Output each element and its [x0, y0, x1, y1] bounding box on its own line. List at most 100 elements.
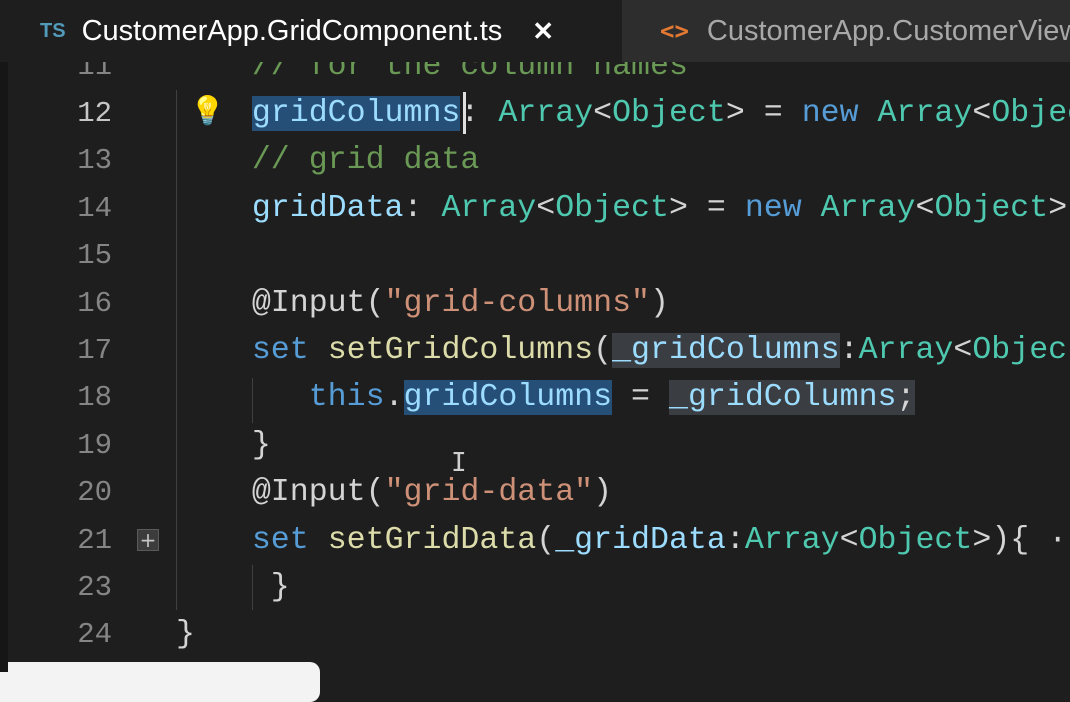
- code-token: :: [403, 190, 442, 226]
- code-token: set: [251, 333, 328, 368]
- code-token: }: [251, 427, 271, 463]
- code-text: }: [176, 422, 271, 469]
- code-token: setGridData: [327, 522, 537, 558]
- tab-grid-component[interactable]: TS CustomerApp.GridComponent.ts ✕: [0, 0, 622, 62]
- line-number: 23: [77, 571, 112, 604]
- code-text: gridColumns: Array<Object> = new Array<O…: [176, 90, 1070, 137]
- code-token: new: [801, 96, 878, 131]
- line-number: 18: [77, 381, 112, 415]
- activity-edge: [0, 62, 8, 672]
- code-token: Array: [820, 190, 916, 226]
- close-icon[interactable]: ✕: [532, 16, 554, 47]
- code-token: _gridColumns: [668, 380, 897, 416]
- code-line[interactable]: 12 gridColumns: Array<Object> = new Arra…: [0, 90, 1070, 137]
- line-number: 14: [77, 191, 112, 225]
- line-number: 12: [77, 97, 112, 130]
- line-number: 17: [77, 334, 112, 367]
- code-token: _gridColumns: [612, 333, 840, 368]
- code-token: setGridColumns: [327, 333, 594, 368]
- code-token: Array: [498, 96, 594, 131]
- code-line[interactable]: 19 }: [0, 422, 1070, 469]
- code-editor[interactable]: 11 // for the column names 12 gridColumns…: [0, 0, 1070, 672]
- code-token: Array: [877, 96, 973, 131]
- line-number: 15: [77, 239, 112, 273]
- code-token: (: [536, 522, 556, 558]
- code-token: Object: [858, 522, 973, 558]
- code-text: @Input("grid-data"): [176, 469, 612, 516]
- line-number: 16: [77, 286, 112, 320]
- code-token: set: [251, 522, 328, 558]
- notification-popup[interactable]: [0, 662, 320, 702]
- code-token: ): [650, 285, 669, 321]
- code-token: <: [839, 522, 859, 558]
- code-token: > =: [668, 190, 745, 226]
- code-text: @Input("grid-columns"): [176, 280, 669, 327]
- code-token: Array: [441, 190, 537, 226]
- code-token: :: [460, 96, 499, 131]
- code-token: <: [953, 333, 973, 368]
- code-token: Object: [991, 96, 1070, 131]
- code-line[interactable]: 20 @Input("grid-data"): [0, 469, 1070, 516]
- code-token: // grid data: [251, 143, 480, 179]
- code-token: @Input(: [251, 285, 385, 321]
- code-line[interactable]: 21 set setGridData(_gridData:Array<Objec…: [0, 517, 1070, 564]
- line-number: 20: [77, 476, 112, 510]
- code-text: this.gridColumns = _gridColumns;: [176, 374, 916, 421]
- code-token: ···: [1048, 522, 1070, 558]
- code-line[interactable]: 14 gridData: Array<Object> = new Array<O…: [0, 185, 1070, 232]
- code-line[interactable]: 23 }: [0, 564, 1070, 611]
- code-token: Array: [858, 333, 954, 368]
- code-line[interactable]: 16 @Input("grid-columns"): [0, 280, 1070, 327]
- code-token: =: [612, 380, 669, 416]
- code-line[interactable]: 24}: [0, 611, 1070, 658]
- code-token: ): [593, 475, 613, 511]
- code-token: <: [972, 96, 992, 131]
- line-number: 19: [77, 428, 112, 462]
- line-number: 13: [77, 144, 112, 178]
- code-token: .: [384, 380, 404, 416]
- code-token: gridColumns: [403, 380, 613, 416]
- code-token: gridColumns: [251, 96, 461, 131]
- code-token: _gridData: [555, 522, 726, 558]
- code-token: }: [270, 570, 290, 605]
- mouse-ibeam-icon: I: [451, 448, 467, 478]
- code-token: Object: [934, 190, 1049, 226]
- tab-label: CustomerApp.CustomerViewModel.html: [706, 14, 1070, 47]
- tab-customer-view-model[interactable]: <> CustomerApp.CustomerViewModel.html: [622, 0, 1070, 62]
- code-text: gridData: Array<Object> = new Array<Obje…: [176, 185, 1070, 232]
- html-file-icon: <>: [660, 17, 689, 45]
- line-number: 21: [77, 523, 112, 557]
- code-token: <: [536, 190, 556, 226]
- tab-label: CustomerApp.GridComponent.ts: [81, 14, 503, 47]
- code-token: @Input(: [251, 475, 385, 511]
- code-token: :: [725, 522, 745, 558]
- line-number: 24: [77, 618, 112, 652]
- text-cursor: [463, 92, 466, 134]
- code-token: <: [593, 96, 613, 131]
- code-text: // grid data: [176, 137, 480, 184]
- code-token: > =: [725, 96, 802, 131]
- code-token: new: [744, 190, 821, 226]
- code-line[interactable]: 15: [0, 232, 1070, 279]
- code-line[interactable]: 13 // grid data: [0, 137, 1070, 184]
- code-token: (: [593, 333, 613, 368]
- typescript-file-icon: TS: [40, 19, 66, 42]
- code-line[interactable]: 18 this.gridColumns = _gridColumns;: [0, 374, 1070, 421]
- code-token: :: [839, 333, 859, 368]
- code-token: Object: [612, 96, 726, 131]
- code-token: >){: [972, 522, 1030, 558]
- code-text: }: [176, 564, 290, 611]
- code-text: set setGridColumns(_gridColumns:Array<Ob…: [176, 327, 1070, 374]
- code-token: Object: [972, 333, 1070, 368]
- code-token: Array: [744, 522, 840, 558]
- code-line[interactable]: 17 set setGridColumns(_gridColumns:Array…: [0, 327, 1070, 374]
- lightbulb-icon[interactable]: 💡: [190, 94, 225, 127]
- editor-tab-bar: TS CustomerApp.GridComponent.ts ✕ <> Cus…: [0, 0, 1070, 62]
- code-token: "grid-data": [384, 475, 594, 511]
- code-text: set setGridData(_gridData:Array<Object>)…: [176, 517, 1070, 564]
- code-text: }: [176, 611, 195, 658]
- code-token: <: [915, 190, 935, 226]
- code-token: "grid-columns": [384, 285, 650, 321]
- fold-expand-icon[interactable]: +: [137, 529, 159, 551]
- code-token: Object: [555, 190, 669, 226]
